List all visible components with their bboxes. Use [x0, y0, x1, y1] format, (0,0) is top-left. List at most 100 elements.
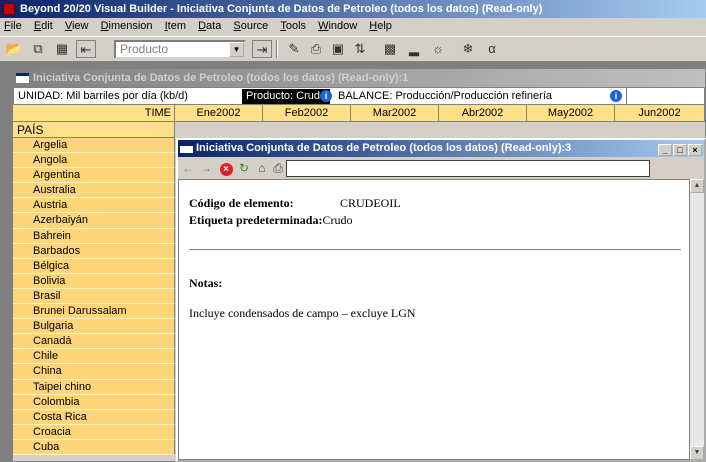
chevron-down-icon[interactable]: ▼ — [229, 42, 244, 57]
default-label-row: Etiqueta predeterminada:Crudo — [189, 213, 352, 228]
copy-icon[interactable]: ⧉ — [28, 40, 48, 58]
row-dimension-label[interactable]: PAÍS — [13, 122, 175, 138]
time-dimension-label[interactable]: TIME — [13, 105, 175, 121]
address-field[interactable] — [286, 160, 650, 177]
row-header[interactable]: Chile — [13, 349, 175, 365]
item-info-window: Iniciativa Conjunta de Datos de Petroleo… — [176, 138, 706, 462]
stop-icon[interactable]: × — [218, 160, 234, 176]
row-header[interactable]: Bolivia — [13, 273, 175, 289]
balance-dimension[interactable]: BALANCE: Producción/Producción refinería — [338, 88, 552, 104]
menu-tools[interactable]: Tools — [276, 18, 311, 32]
menu-edit[interactable]: Edit — [30, 18, 58, 32]
row-header[interactable]: China — [13, 364, 175, 380]
chart-icon[interactable]: ▂ — [404, 40, 424, 58]
column-header-row: TIME Ene2002 Feb2002 Mar2002 Abr2002 May… — [13, 105, 705, 122]
row-header[interactable]: Brunei Darussalam — [13, 304, 175, 320]
column-header[interactable]: Ene2002 — [175, 105, 263, 121]
product-dimension[interactable]: Producto: Crudo — [242, 89, 331, 104]
item-code-label: Código de elemento: — [189, 196, 294, 210]
app-title-bar: Beyond 20/20 Visual Builder - Iniciativa… — [0, 0, 706, 18]
scroll-up-icon[interactable]: ▲ — [690, 179, 704, 193]
row-header[interactable]: Argentina — [13, 168, 175, 184]
column-header[interactable]: Feb2002 — [263, 105, 351, 121]
window-icon — [16, 73, 29, 83]
menu-item[interactable]: Item — [161, 18, 191, 32]
print-icon[interactable]: ⎙ — [306, 40, 326, 58]
column-header[interactable]: Mar2002 — [351, 105, 439, 121]
row-header[interactable]: Brasil — [13, 288, 175, 305]
refresh-icon[interactable]: ↻ — [236, 160, 252, 176]
row-header[interactable]: Angola — [13, 153, 175, 169]
row-header[interactable]: Colombia — [13, 394, 175, 410]
row-header[interactable]: Cuba — [13, 439, 175, 455]
calculate-icon[interactable]: ❄ — [458, 40, 478, 58]
toolbar: 📂 ⧉ ▦ ⇤ Producto ▼ ⇥ ✎ ⎙ ▣ ⇅ ▩ ▂ ☼ ❄ α — [0, 36, 706, 62]
table-view-icon[interactable]: ▦ — [52, 40, 72, 58]
menu-bar: File Edit View Dimension Item Data Sourc… — [0, 18, 706, 36]
map-icon[interactable]: ☼ — [428, 40, 448, 58]
table-window-title: Iniciativa Conjunta de Datos de Petroleo… — [33, 72, 409, 84]
row-header[interactable]: Azerbaiyán — [13, 213, 175, 229]
menu-help[interactable]: Help — [365, 18, 397, 32]
info-window-title: Iniciativa Conjunta de Datos de Petroleo… — [196, 142, 572, 154]
row-header[interactable]: Costa Rica — [13, 409, 175, 425]
column-header[interactable]: Abr2002 — [439, 105, 527, 121]
forward-arrow-icon[interactable]: → — [198, 160, 214, 176]
row-header[interactable]: Croacia — [13, 424, 175, 440]
country-list: Argelia Angola Argentina Australia Austr… — [13, 138, 175, 462]
dimension-forward-icon[interactable]: ⇥ — [252, 40, 272, 58]
item-code-row: Código de elemento: CRUDEOIL — [189, 196, 401, 211]
item-code-value: CRUDEOIL — [340, 196, 401, 210]
row-header[interactable]: Argelia — [13, 138, 175, 154]
info-content: Código de elemento: CRUDEOIL Etiqueta pr… — [178, 179, 690, 460]
vertical-scrollbar[interactable]: ▲ ▼ — [690, 179, 704, 460]
unit-label: UNIDAD: Mil barriles por día (kb/d) — [18, 90, 188, 102]
notes-text: Incluye condensados de campo – excluye L… — [189, 306, 416, 320]
grid-icon[interactable]: ▩ — [380, 40, 400, 58]
menu-view[interactable]: View — [61, 18, 94, 32]
toolbar-separator — [276, 40, 278, 58]
print-icon[interactable]: ⎙ — [270, 160, 286, 176]
divider — [189, 249, 681, 250]
window-controls: _ □ × — [657, 142, 702, 157]
row-header[interactable]: Australia — [13, 183, 175, 199]
app-icon — [3, 3, 15, 15]
row-header[interactable]: Bélgica — [13, 258, 175, 274]
app-title: Beyond 20/20 Visual Builder - Iniciativa… — [20, 3, 543, 15]
window-icon — [180, 143, 193, 153]
table-window-title-bar[interactable]: Iniciativa Conjunta de Datos de Petroleo… — [13, 69, 705, 87]
browser-nav-bar: ← → × ↻ ⌂ ⎙ — [178, 157, 704, 179]
row-header[interactable]: Bahrein — [13, 228, 175, 244]
notes-heading: Notas: — [189, 276, 223, 290]
maximize-icon[interactable]: □ — [673, 144, 687, 156]
back-arrow-icon[interactable]: ← — [180, 160, 196, 176]
open-icon[interactable]: 📂 — [4, 40, 24, 58]
language-icon[interactable]: α — [482, 40, 502, 58]
menu-source[interactable]: Source — [229, 18, 273, 32]
info-window-title-bar[interactable]: Iniciativa Conjunta de Datos de Petroleo… — [178, 140, 704, 157]
menu-data[interactable]: Data — [194, 18, 226, 32]
row-header[interactable]: Taipei chino — [13, 379, 175, 395]
info-icon[interactable]: i — [610, 90, 622, 102]
pencil-icon[interactable]: ✎ — [284, 40, 304, 58]
info-icon[interactable]: i — [320, 90, 332, 102]
close-icon[interactable]: × — [688, 144, 702, 156]
menu-window[interactable]: Window — [314, 18, 362, 32]
menu-file[interactable]: File — [0, 18, 27, 32]
row-header[interactable]: Austria — [13, 198, 175, 214]
minimize-icon[interactable]: _ — [658, 144, 672, 156]
dimension-combo[interactable]: Producto ▼ — [114, 40, 246, 59]
menu-dimension[interactable]: Dimension — [97, 18, 158, 32]
preview-icon[interactable]: ▣ — [328, 40, 348, 58]
row-header[interactable]: Canadá — [13, 334, 175, 350]
default-label-label: Etiqueta predeterminada: — [189, 213, 323, 227]
row-header[interactable]: Bulgaria — [13, 319, 175, 335]
dimension-combo-value: Producto — [120, 42, 169, 56]
home-icon[interactable]: ⌂ — [254, 160, 270, 176]
column-header[interactable]: Jun2002 — [615, 105, 705, 121]
dimension-back-icon[interactable]: ⇤ — [76, 40, 96, 58]
column-header[interactable]: May2002 — [527, 105, 615, 121]
sort-icon[interactable]: ⇅ — [350, 40, 370, 58]
scroll-down-icon[interactable]: ▼ — [690, 446, 704, 460]
row-header[interactable]: Barbados — [13, 243, 175, 259]
